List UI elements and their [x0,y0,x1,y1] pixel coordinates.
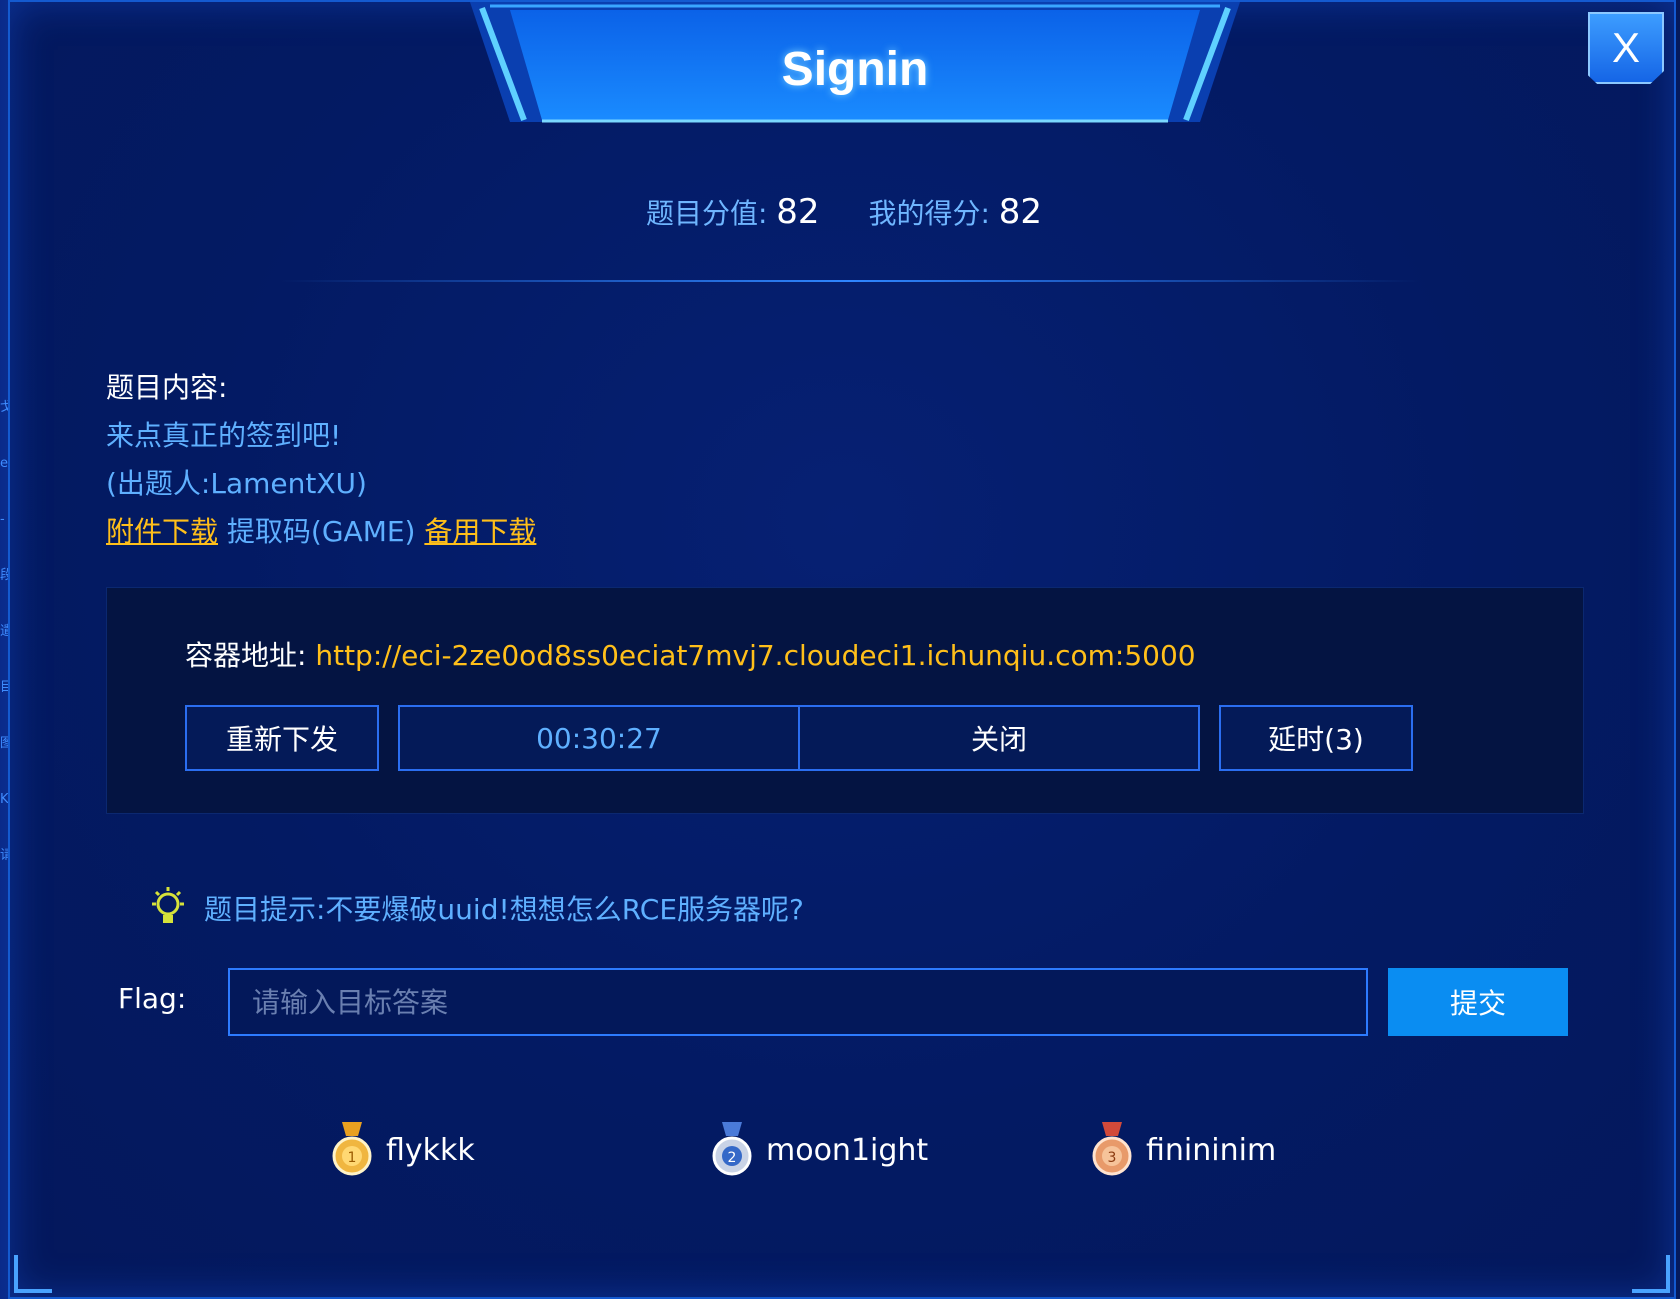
medal-rank-number: 1 [348,1150,357,1166]
reissue-container-button[interactable]: 重新下发 [185,705,379,771]
score-summary: 题目分值: 82 我的得分: 82 [10,192,1678,232]
solver-first: 1 flykkk [328,1122,475,1178]
close-icon: X [1611,24,1640,71]
challenge-score-value: 82 [776,192,820,232]
modal-title: Signin [781,43,929,96]
hint-row: 题目提示:不要爆破uuid!想想怎么RCE服务器呢? [148,886,804,930]
content-heading: 题目内容: [106,371,228,404]
lightbulb-icon [152,887,184,923]
solver-name: finininim [1146,1132,1277,1168]
corner-decoration [14,1255,52,1293]
challenge-author: (出题人:LamentXU) [106,467,367,500]
close-container-button[interactable]: 关闭 [798,705,1200,771]
hint-text: 题目提示:不要爆破uuid!想想怎么RCE服务器呢? [204,893,804,926]
container-address-label: 容器地址: [185,639,307,672]
silver-medal-icon: 2 [712,1122,752,1176]
close-modal-button[interactable]: X [1588,12,1664,84]
challenge-modal: Signin X 题目分值: 82 我的得分: 82 题目内容: 来点真正的签到… [8,0,1676,1299]
challenge-content: 题目内容: 来点真正的签到吧! (出题人:LamentXU) 附件下载 提取码(… [106,364,536,556]
extend-container-button[interactable]: 延时(3) [1219,705,1413,771]
solver-name: flykkk [386,1132,475,1168]
corner-decoration [1632,1255,1670,1293]
attachment-row: 附件下载 提取码(GAME) 备用下载 [106,508,536,556]
my-score-value: 82 [998,192,1043,232]
challenge-score-label: 题目分值: [645,197,768,230]
solver-second: 2 moon1ight [708,1122,928,1178]
medal-rank-number: 2 [728,1150,737,1166]
submit-flag-button[interactable]: 提交 [1388,968,1568,1036]
container-panel: 容器地址: http://eci-2ze0od8ss0eciat7mvj7.cl… [106,587,1584,814]
container-address-row: 容器地址: http://eci-2ze0od8ss0eciat7mvj7.cl… [185,634,1196,674]
flag-input[interactable] [228,968,1368,1036]
solver-name: moon1ight [766,1132,929,1168]
gold-medal-icon: 1 [332,1122,372,1176]
flag-label: Flag: [118,982,187,1015]
divider [280,280,1420,282]
solver-third: 3 finininim [1088,1122,1276,1178]
my-score-label: 我的得分: [868,197,990,230]
challenge-description: 来点真正的签到吧! [106,419,342,452]
title-banner: Signin [470,2,1240,124]
container-timer: 00:30:27 [398,705,800,771]
extract-code: 提取码(GAME) [226,515,416,548]
medal-rank-number: 3 [1108,1150,1117,1166]
bronze-medal-icon: 3 [1092,1122,1132,1176]
backup-download-link[interactable]: 备用下载 [424,515,536,548]
container-address-url[interactable]: http://eci-2ze0od8ss0eciat7mvj7.cloudeci… [315,639,1195,672]
attachment-download-link[interactable]: 附件下载 [106,515,218,548]
